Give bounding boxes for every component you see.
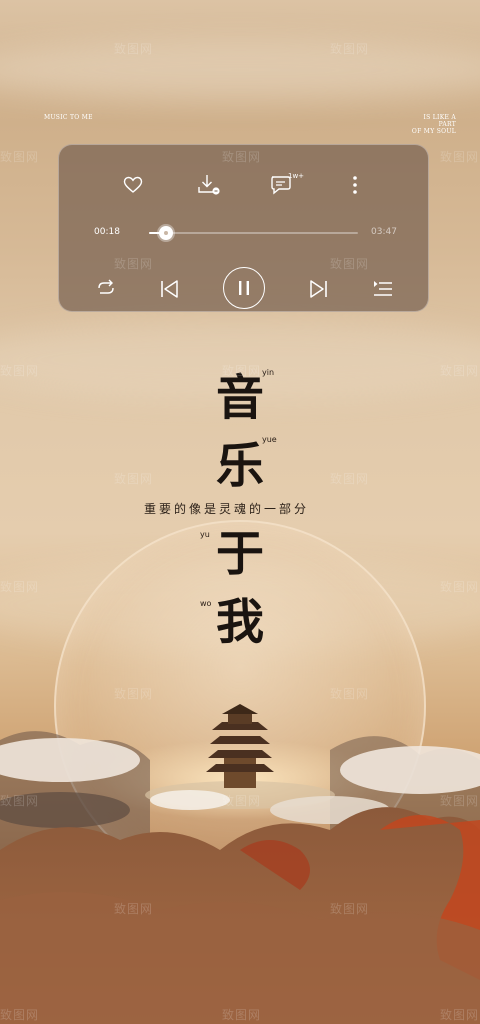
pinyin-yue: yue (262, 435, 277, 444)
watermark: 致图网 (330, 42, 370, 56)
skip-next-icon[interactable] (305, 275, 333, 303)
pause-icon (239, 281, 249, 295)
corner-caption-left: MUSIC TO ME (44, 114, 93, 121)
watermark: 致图网 (0, 150, 40, 164)
watermark: 致图网 (114, 902, 154, 916)
title-char-yue: 乐 (216, 438, 265, 494)
title-char-wo: 我 (216, 594, 265, 650)
watermark: 致图网 (222, 1008, 262, 1022)
progress-bar[interactable] (149, 226, 358, 240)
corner-caption-right-line1: IS LIKE A PART (423, 114, 456, 128)
subtitle: 重要的像是灵魂的一部分 (144, 502, 310, 516)
watermark: 致图网 (440, 580, 480, 594)
watermark: 致图网 (114, 687, 154, 701)
watermark: 致图网 (440, 364, 480, 378)
watermark: 致图网 (114, 472, 154, 486)
watermark: 致图网 (330, 687, 370, 701)
heart-icon[interactable] (121, 173, 145, 197)
watermark: 致图网 (222, 364, 262, 378)
watermark: 致图网 (0, 364, 40, 378)
watermark: 致图网 (0, 580, 40, 594)
title-char-yin: 音 (216, 370, 265, 426)
watermark: 致图网 (440, 794, 480, 808)
watermark: 致图网 (0, 1008, 40, 1022)
title-char-yu: 于 (216, 526, 265, 582)
watermark: 致图网 (114, 42, 154, 56)
watermark: 致图网 (330, 472, 370, 486)
watermark: 致图网 (330, 257, 370, 271)
pause-button[interactable] (223, 267, 265, 309)
watermark: 致图网 (114, 257, 154, 271)
pinyin-yu: yu (200, 530, 210, 539)
pinyin-wo: wo (200, 599, 212, 608)
elapsed-time: 00:18 (94, 227, 120, 237)
music-player-card: 1w+ 00:18 03:47 (58, 144, 429, 312)
watermark: 致图网 (0, 794, 40, 808)
progress-thumb[interactable] (158, 226, 173, 240)
landscape-illustration (0, 704, 480, 1024)
playlist-icon[interactable] (369, 275, 397, 303)
more-vertical-icon[interactable] (345, 173, 365, 197)
watermark: 致图网 (222, 794, 262, 808)
watermark: 致图网 (330, 902, 370, 916)
corner-caption-right: IS LIKE A PART OF MY SOUL (406, 114, 456, 135)
corner-caption-right-line2: OF MY SOUL (411, 128, 456, 135)
download-icon[interactable] (195, 172, 223, 198)
repeat-icon[interactable] (93, 275, 119, 301)
watermark: 致图网 (440, 1008, 480, 1022)
comment-count-badge: 1w+ (288, 172, 305, 180)
total-time: 03:47 (371, 227, 397, 237)
watermark: 致图网 (440, 150, 480, 164)
skip-previous-icon[interactable] (155, 275, 183, 303)
watermark: 致图网 (222, 150, 262, 164)
